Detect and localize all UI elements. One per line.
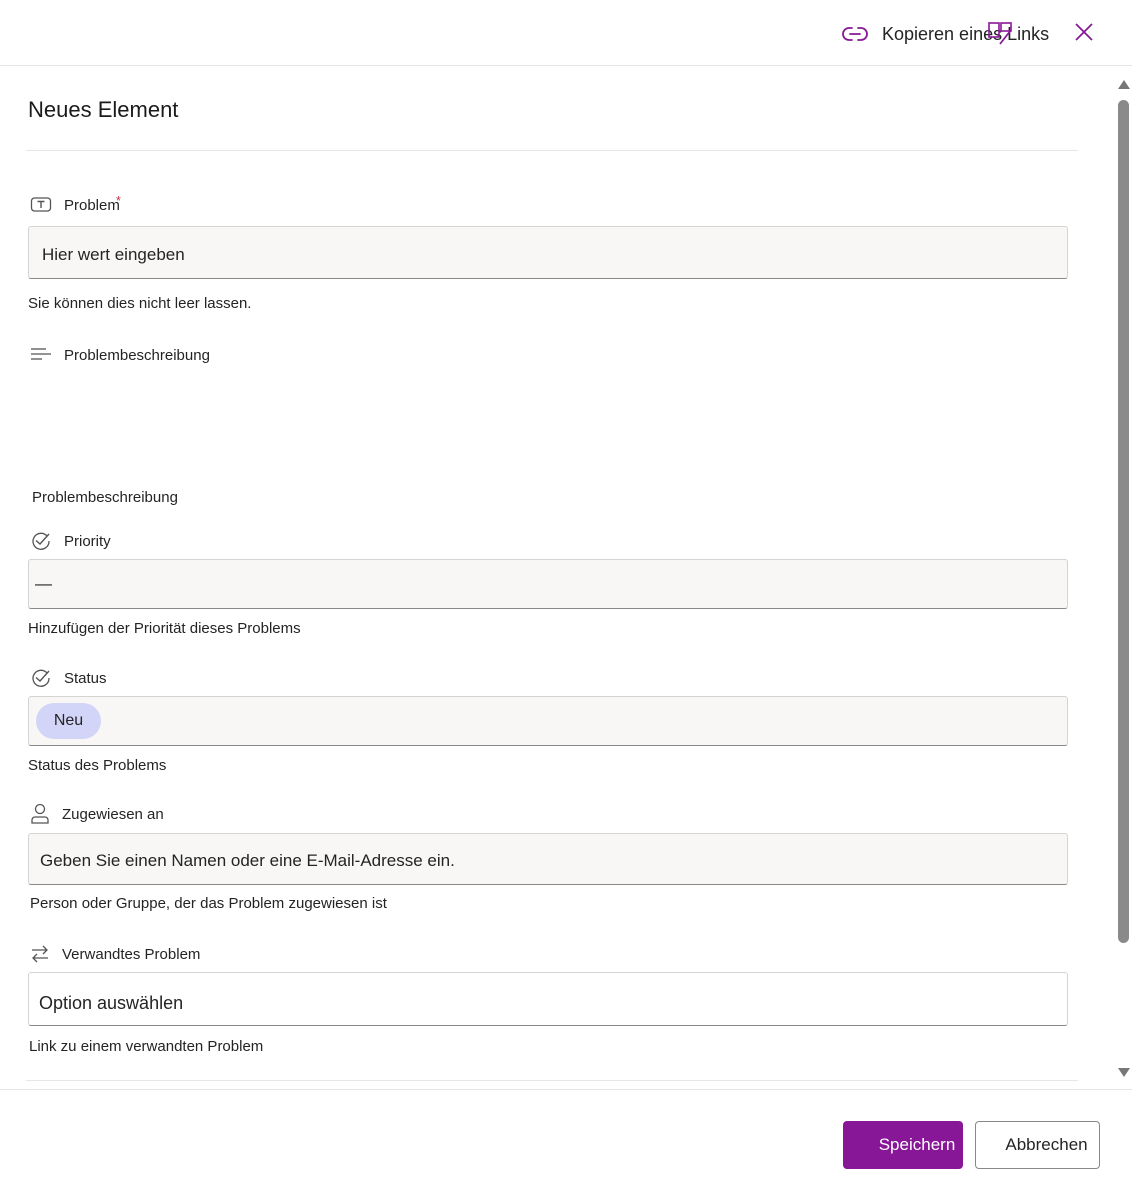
- choice-check-icon: [32, 669, 50, 687]
- copy-link-label: Kopieren eines Links: [882, 23, 1050, 44]
- priority-select[interactable]: —: [28, 559, 1068, 609]
- divider: [26, 150, 1078, 151]
- description-editor[interactable]: [28, 380, 1068, 480]
- problem-helper: Sie können dies nicht leer lassen.: [28, 295, 252, 312]
- field-label-status: Status: [30, 668, 107, 688]
- vertical-scrollbar[interactable]: [1116, 72, 1132, 1082]
- field-label-text: Verwandtes Problem: [62, 945, 201, 963]
- edit-form-icon[interactable]: [987, 21, 1015, 47]
- problem-input[interactable]: Hier wert eingeben: [28, 226, 1068, 279]
- status-pill[interactable]: Neu: [36, 703, 101, 739]
- related-select[interactable]: Option auswählen: [28, 972, 1068, 1026]
- field-label-related: Verwandtes Problem: [30, 944, 200, 964]
- status-helper: Status des Problems: [28, 757, 167, 774]
- close-icon[interactable]: [1072, 20, 1096, 44]
- field-label-text: Problembeschreibung: [64, 346, 210, 364]
- priority-value: —: [35, 574, 52, 593]
- field-label-problem: Problem *: [30, 192, 121, 214]
- assigned-helper: Person oder Gruppe, der das Problem zuge…: [30, 895, 387, 912]
- divider: [26, 1080, 1078, 1081]
- field-label-description: Problembeschreibung: [30, 346, 210, 364]
- field-label-priority: Priority: [30, 531, 111, 551]
- priority-helper: Hinzufügen der Priorität dieses Problems: [28, 620, 301, 637]
- scroll-thumb[interactable]: [1118, 100, 1129, 943]
- field-label-assigned: Zugewiesen an: [30, 803, 164, 825]
- related-placeholder: Option auswählen: [39, 993, 184, 1013]
- cancel-button[interactable]: Abbrechen: [975, 1121, 1100, 1169]
- panel-header: Kopieren eines Links: [0, 0, 1132, 66]
- scroll-up-arrow-icon[interactable]: [1118, 80, 1130, 89]
- text-field-icon: [30, 197, 52, 212]
- status-select[interactable]: Neu: [28, 696, 1068, 746]
- field-label-text: Priority: [64, 532, 111, 550]
- description-helper: Problembeschreibung: [32, 489, 178, 506]
- multiline-text-icon: [31, 348, 51, 360]
- copy-link-button[interactable]: Kopieren eines Links: [842, 19, 1049, 49]
- scroll-down-arrow-icon[interactable]: [1118, 1068, 1130, 1077]
- field-label-text: Status: [64, 669, 107, 687]
- person-icon: [31, 803, 49, 824]
- field-label-text: Zugewiesen an: [62, 805, 164, 823]
- related-helper: Link zu einem verwandten Problem: [29, 1038, 264, 1055]
- lookup-arrows-icon: [32, 945, 48, 963]
- link-icon: [842, 27, 868, 41]
- assigned-people-picker[interactable]: Geben Sie einen Namen oder eine E-Mail-A…: [28, 833, 1068, 885]
- required-mark: *: [115, 192, 121, 208]
- choice-check-icon: [32, 532, 50, 550]
- form-title: Neues Element: [28, 97, 179, 122]
- assigned-placeholder: Geben Sie einen Namen oder eine E-Mail-A…: [40, 851, 455, 870]
- problem-placeholder: Hier wert eingeben: [42, 245, 185, 264]
- save-button[interactable]: Speichern: [843, 1121, 963, 1169]
- field-label-text: Problem: [64, 196, 120, 214]
